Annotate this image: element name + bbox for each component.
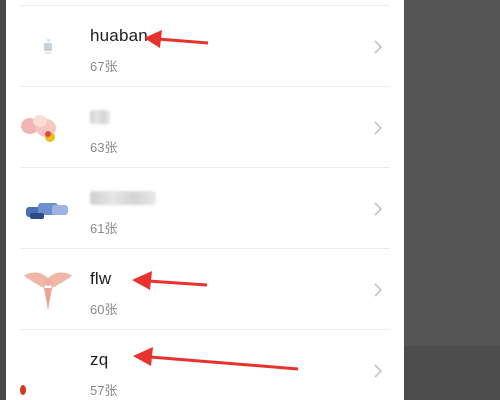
album-item-3[interactable]: 61张 — [6, 168, 404, 249]
right-background-shade — [404, 346, 500, 400]
right-background — [404, 0, 500, 400]
album-name: huaban — [90, 26, 148, 45]
album-item-flw[interactable]: flw 60张 — [6, 249, 404, 330]
album-list-panel: huaban 67张 63张 61张 flw 60张 zq 57张 — [6, 0, 404, 400]
chevron-right-icon — [374, 364, 383, 378]
album-name-blurred — [90, 110, 110, 124]
album-thumbnail — [20, 385, 26, 395]
album-count: 63张 — [90, 140, 118, 155]
album-item-huaban[interactable]: huaban 67张 — [6, 6, 404, 87]
album-count: 57张 — [90, 383, 118, 398]
album-count: 61张 — [90, 221, 118, 236]
album-item-2[interactable]: 63张 — [6, 87, 404, 168]
album-name: zq — [90, 350, 109, 369]
chevron-right-icon — [374, 283, 383, 297]
album-thumbnail — [21, 115, 56, 142]
album-count: 60张 — [90, 302, 118, 317]
album-name: flw — [90, 269, 112, 288]
chevron-right-icon — [374, 121, 383, 135]
album-count: 67张 — [90, 59, 118, 74]
album-thumbnail — [44, 39, 52, 54]
album-thumbnail — [24, 272, 72, 310]
chevron-right-icon — [374, 202, 383, 216]
album-item-zq[interactable]: zq 57张 — [6, 330, 404, 400]
album-thumbnail — [26, 203, 68, 219]
chevron-right-icon — [374, 40, 383, 54]
album-name-blurred — [90, 191, 156, 205]
